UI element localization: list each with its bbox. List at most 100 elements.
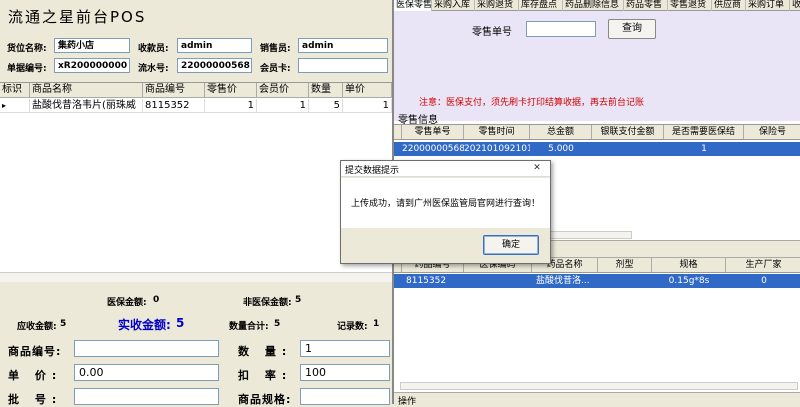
unit-field[interactable]: 集药小店 [54,38,130,53]
tab-purchase-order[interactable]: 采购订单 [746,0,790,11]
dialog-body: 上传成功，请到广州医保监管局官网进行查询！ [341,178,550,228]
qty-label: 数 量: [238,345,293,358]
retail-cell-no: 22000000568 [402,144,464,154]
actual-amount-value: 5 [176,316,185,330]
retail-cell-need-settle: 1 [701,144,707,154]
sales-label: 销售员: [260,44,291,54]
code-label: 商品编号: [8,345,62,358]
retail-col-no[interactable]: 零售单号 [402,125,464,140]
col-header-code[interactable]: 商品编号 [143,83,205,98]
dialog-title: 提交数据提示 [345,166,400,176]
cell-code[interactable]: 8115352 [143,99,205,113]
detail-col-spec[interactable]: 规格 [652,258,726,273]
retail-cell-total: 5.000 [548,144,574,154]
sales-field[interactable]: admin [298,38,388,53]
detail-grid: 药品编号 医保编码 药品名称 剂型 规格 生产厂家 8115352 盐酸伐昔洛.… [394,258,800,392]
retail-no-input[interactable] [526,21,596,37]
med-amount-label: 医保金额: [107,298,147,308]
tab-retail-return[interactable]: 零售退货 [668,0,712,11]
grid-horizontal-scrollbar[interactable] [0,272,392,282]
cell-qty[interactable]: 5 [309,99,343,113]
nonmed-amount-value: 5 [295,295,302,305]
retail-col-insurance-no[interactable]: 保险号 [744,125,800,140]
receivable-label: 应收金额: [17,322,57,332]
records-value: 1 [373,319,380,329]
tab-drug-delete-info[interactable]: 药品删除信息 [563,0,624,11]
row-marker[interactable]: ▸ [0,99,30,113]
retail-col-need-settle[interactable]: 是否需要医保结 [664,125,744,140]
doc-label: 单据编号: [7,64,47,74]
spec-input[interactable] [300,388,390,405]
qty-input[interactable]: 1 [300,340,390,357]
receivable-value: 5 [60,319,67,329]
bottom-bar: 操作 [394,392,800,407]
bottom-label: 操作 [398,397,417,407]
retail-col-unionpay[interactable]: 银联支付金额 [592,125,664,140]
retail-cell-time: 20210109210109 [464,144,530,154]
serial-label: 流水号: [138,64,169,74]
tab-purchase-in[interactable]: 采购入库 [432,0,475,11]
medical-notice: 注意：医保支付，须先刷卡打印结算收据，再去前台记账 [419,98,645,108]
cashier-label: 收款员: [138,44,169,54]
retail-selected-row[interactable]: 22000000568 20210109210109 5.000 1 [394,142,800,156]
actual-amount-label: 实收金额: [118,318,171,332]
cashier-field[interactable]: admin [177,38,252,53]
tab-purchase-return[interactable]: 采购退货 [475,0,519,11]
app-title: 流通之星前台POS [8,8,147,26]
price-input[interactable]: 0.00 [74,364,219,381]
cell-retail[interactable]: 1 [205,99,257,113]
col-header-flag[interactable]: 标识 [0,83,30,98]
nonmed-amount-label: 非医保金额: [243,298,292,308]
col-header-member[interactable]: 会员价 [257,83,309,98]
cell-name[interactable]: 盐酸伐昔洛韦片(丽珠威 [30,99,143,113]
detail-cell-form [598,274,652,288]
col-header-qty[interactable]: 数量 [309,83,343,98]
pos-panel: 流通之星前台POS 货位名称: 集药小店 收款员: admin 销售员: adm… [0,0,392,406]
dialog-message: 上传成功，请到广州医保监管局官网进行查询！ [351,199,541,209]
col-header-name[interactable]: 商品名称 [30,83,143,98]
doc-field[interactable]: xR200000000 [54,58,130,73]
tab-more[interactable]: 收 [790,0,800,11]
tab-inventory-check[interactable]: 库存盘点 [519,0,563,11]
batch-label: 批 号: [8,393,63,406]
tab-bar: 医保零售 采购入库 采购退货 库存盘点 药品删除信息 药品零售 零售退货 供应商… [394,0,800,11]
spec-label: 商品规格: [238,393,292,406]
qty-total-label: 数量合计: [229,322,269,332]
tab-drug-retail[interactable]: 药品零售 [624,0,668,11]
tab-medical-retail[interactable]: 医保零售 [394,0,432,11]
detail-col-form[interactable]: 剂型 [598,258,652,273]
col-header-unit[interactable]: 单价 [343,83,392,98]
cell-member[interactable]: 1 [257,99,309,113]
detail-cell-spec: 0.15g*8s [668,276,710,286]
unit-label: 货位名称: [7,44,47,54]
product-code-input[interactable] [74,340,219,357]
detail-cell-name: 盐酸伐昔洛... [536,276,590,286]
price-label: 单 价: [8,369,63,382]
detail-cell-maker: 0 [761,276,767,286]
dialog-titlebar: 提交数据提示 ✕ [341,161,550,177]
member-card-field[interactable] [298,58,388,73]
search-panel: 零售单号 查询 注意：医保支付，须先刷卡打印结算收据，再去前台记账 [394,11,800,121]
discount-label: 扣 率: [238,369,293,382]
retail-col-time[interactable]: 零售时间 [464,125,530,140]
tab-supplier[interactable]: 供应商 [712,0,746,11]
submit-dialog: 提交数据提示 ✕ 上传成功，请到广州医保监管局官网进行查询！ 确定 [340,160,551,264]
discount-input[interactable]: 100 [300,364,390,381]
cell-unit[interactable]: 1 [343,99,392,113]
detail-col-maker[interactable]: 生产厂家 [726,258,800,273]
serial-field[interactable]: 22000000568 [177,58,252,73]
med-amount-value: 0 [153,295,160,305]
product-grid: 标识 商品名称 商品编号 零售价 会员价 数量 单价 ▸ 盐酸伐昔洛韦片(丽珠威… [0,82,392,272]
records-label: 记录数: [337,322,368,332]
qty-total-value: 5 [274,319,281,329]
detail-selected-row[interactable]: 8115352 盐酸伐昔洛... 0.15g*8s 0 [394,274,800,288]
ok-button[interactable]: 确定 [483,235,539,255]
col-header-retail[interactable]: 零售价 [205,83,257,98]
batch-input[interactable] [74,388,219,405]
retail-col-total[interactable]: 总金额 [530,125,592,140]
close-icon[interactable]: ✕ [527,162,547,175]
retail-no-label: 零售单号 [472,27,512,38]
detail-grid-scrollbar[interactable] [400,382,798,390]
query-button[interactable]: 查询 [608,19,656,39]
member-label: 会员卡: [260,64,291,74]
